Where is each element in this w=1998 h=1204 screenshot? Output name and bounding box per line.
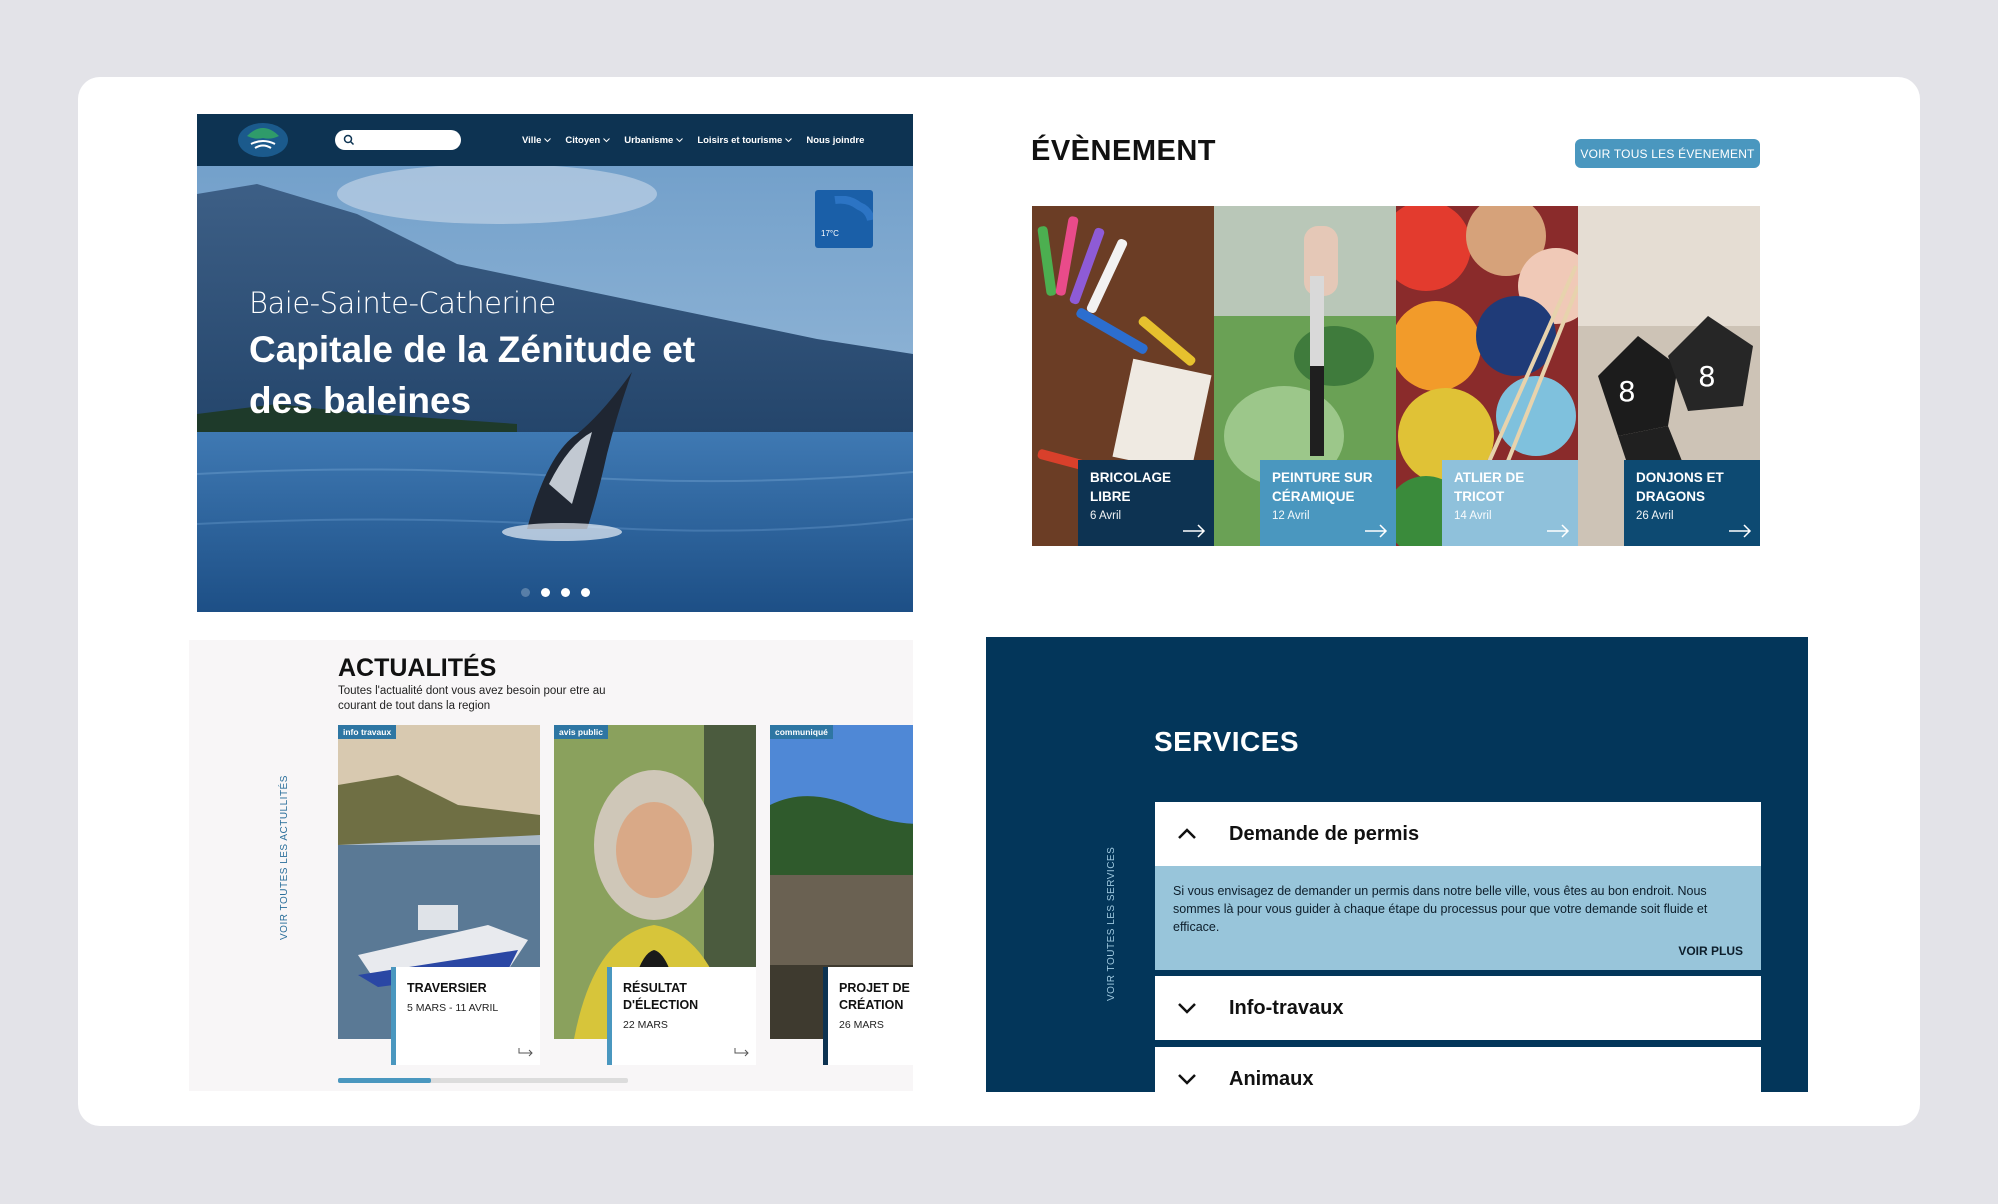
temperature-value: 17°C bbox=[821, 229, 839, 238]
news-title: ACTUALITÉS bbox=[338, 654, 497, 682]
event-label: ATLIER DE TRICOT 14 Avril bbox=[1442, 460, 1578, 546]
news-tag: info travaux bbox=[338, 725, 397, 739]
news-card-info: RÉSULTAT D'ÉLECTION 22 MARS bbox=[607, 967, 756, 1065]
event-label: BRICOLAGE LIBRE 6 Avril bbox=[1078, 460, 1214, 546]
chevron-down-icon bbox=[603, 137, 611, 142]
news-card-info: PROJET DE CRÉATION 26 MARS bbox=[823, 967, 913, 1065]
event-card[interactable]: 8 8 DONJONS ET DRAGONS 26 Avril bbox=[1578, 206, 1760, 546]
see-all-news-link[interactable]: VOIR TOUTES LES ACTULLITÉS bbox=[279, 775, 290, 940]
accordion-header[interactable]: Info-travaux bbox=[1155, 976, 1761, 1040]
event-card[interactable]: BRICOLAGE LIBRE 6 Avril bbox=[1032, 206, 1214, 546]
events-title: ÉVÈNEMENT bbox=[1031, 135, 1216, 167]
news-card[interactable]: avis public RÉSULTAT D'ÉLECTION 22 MARS bbox=[554, 725, 756, 1065]
see-all-events-button[interactable]: VOIR TOUS LES ÉVENEMENT bbox=[1575, 139, 1760, 168]
news-card[interactable]: info travaux TRAVERSIER 5 MARS - 11 AVRI… bbox=[338, 725, 540, 1065]
weather-icon bbox=[834, 196, 873, 221]
menu-item-ville[interactable]: Ville bbox=[522, 135, 552, 146]
accordion-item-animaux: Animaux bbox=[1155, 1047, 1761, 1092]
carousel-dot[interactable] bbox=[521, 588, 530, 597]
chevron-down-icon bbox=[1178, 1003, 1196, 1014]
carousel-dots bbox=[521, 588, 590, 597]
hero-title: Capitale de la Zénitude et des baleines bbox=[249, 329, 696, 421]
services-section: VOIR TOUTES LES SERVICES SERVICES Demand… bbox=[986, 637, 1808, 1092]
news-section: VOIR TOUTES LES ACTULLITÉS ACTUALITÉS To… bbox=[189, 640, 913, 1091]
event-card[interactable]: PEINTURE SUR CÉRAMIQUE 12 Avril bbox=[1214, 206, 1396, 546]
svg-text:8: 8 bbox=[1698, 360, 1716, 393]
news-tag: avis public bbox=[554, 725, 608, 739]
search-input[interactable] bbox=[335, 130, 461, 150]
news-tag: communiqué bbox=[770, 725, 833, 739]
arrow-right-icon bbox=[1547, 524, 1570, 538]
chevron-down-icon bbox=[676, 137, 684, 142]
hero-section: Ville Citoyen Urbanisme Loisirs et touri… bbox=[197, 114, 913, 612]
scrollbar-thumb[interactable] bbox=[338, 1078, 431, 1083]
carousel-dot[interactable] bbox=[561, 588, 570, 597]
event-label: DONJONS ET DRAGONS 26 Avril bbox=[1624, 460, 1760, 546]
accordion-header[interactable]: Animaux bbox=[1155, 1047, 1761, 1092]
arrow-right-icon bbox=[1365, 524, 1388, 538]
see-all-services-link[interactable]: VOIR TOUTES LES SERVICES bbox=[1106, 847, 1117, 1001]
services-title: SERVICES bbox=[1154, 726, 1300, 757]
news-card[interactable]: communiqué PROJET DE CRÉATION 26 MARS bbox=[770, 725, 913, 1065]
chevron-up-icon bbox=[1178, 828, 1196, 839]
menu-item-loisirs[interactable]: Loisirs et tourisme bbox=[697, 135, 793, 146]
arrow-right-icon bbox=[1729, 524, 1752, 538]
top-navigation: Ville Citoyen Urbanisme Loisirs et touri… bbox=[197, 114, 913, 166]
news-scrollbar[interactable] bbox=[338, 1078, 628, 1083]
accordion-text: Si vous envisagez de demander un permis … bbox=[1173, 884, 1708, 934]
accordion-item-permis: Demande de permis Si vous envisagez de d… bbox=[1155, 802, 1761, 970]
main-menu: Ville Citoyen Urbanisme Loisirs et touri… bbox=[522, 114, 864, 166]
accordion-header[interactable]: Demande de permis bbox=[1155, 802, 1761, 866]
svg-text:8: 8 bbox=[1618, 375, 1636, 408]
carousel-dot[interactable] bbox=[581, 588, 590, 597]
event-card[interactable]: ATLIER DE TRICOT 14 Avril bbox=[1396, 206, 1578, 546]
carousel-dot[interactable] bbox=[541, 588, 550, 597]
arrow-right-icon bbox=[1183, 524, 1206, 538]
chevron-down-icon bbox=[544, 137, 552, 142]
menu-item-nous-joindre[interactable]: Nous joindre bbox=[806, 135, 864, 146]
accordion-body: Si vous envisagez de demander un permis … bbox=[1155, 866, 1761, 970]
see-more-link[interactable]: VOIR PLUS bbox=[1173, 942, 1743, 960]
events-grid: BRICOLAGE LIBRE 6 Avril PEINTURE SUR CÉR… bbox=[1032, 206, 1760, 546]
news-card-info: TRAVERSIER 5 MARS - 11 AVRIL bbox=[391, 967, 540, 1065]
hero-town-name: Baie-Sainte-Catherine bbox=[249, 286, 556, 320]
whale-tail-logo[interactable] bbox=[237, 122, 289, 158]
search-icon bbox=[343, 134, 355, 146]
menu-item-citoyen[interactable]: Citoyen bbox=[565, 135, 611, 146]
news-subtitle: Toutes l'actualité dont vous avez besoin… bbox=[338, 685, 606, 712]
accordion-item-info-travaux: Info-travaux bbox=[1155, 976, 1761, 1040]
return-arrow-icon bbox=[734, 1048, 749, 1057]
weather-widget: 17°C bbox=[815, 190, 873, 248]
chevron-down-icon bbox=[1178, 1074, 1196, 1085]
menu-item-urbanisme[interactable]: Urbanisme bbox=[624, 135, 684, 146]
event-label: PEINTURE SUR CÉRAMIQUE 12 Avril bbox=[1260, 460, 1396, 546]
chevron-down-icon bbox=[785, 137, 793, 142]
return-arrow-icon bbox=[518, 1048, 533, 1057]
